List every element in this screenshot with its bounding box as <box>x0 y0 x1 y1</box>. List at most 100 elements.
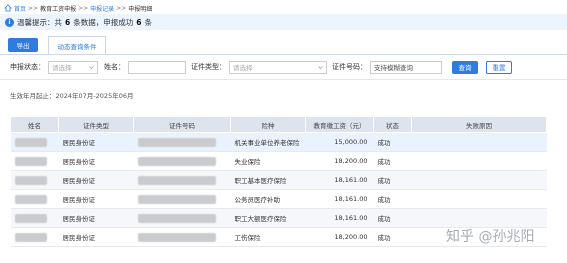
cell-name <box>10 227 59 247</box>
home-icon[interactable] <box>4 4 12 12</box>
cell-id-type: 居民身份证 <box>58 189 134 209</box>
cell-id-type: 居民身份证 <box>58 170 134 190</box>
cell-fail-reason <box>411 170 547 190</box>
tab-dynamic-conditions[interactable]: 动态查询条件 <box>48 36 106 54</box>
cell-id-no <box>133 170 231 190</box>
tip-success-count: 6 <box>136 17 142 27</box>
cell-status: 成功 <box>373 151 412 171</box>
name-input[interactable] <box>128 60 186 74</box>
tip-bar: i 温馨提示：共 6 条数据，申报成功 6 条 <box>0 14 567 30</box>
breadcrumb-records[interactable]: 申报记录 <box>90 4 114 13</box>
name-label: 姓名： <box>104 63 125 71</box>
col-header-id-type[interactable]: 证件类型 <box>58 116 134 133</box>
cell-insurance: 职工基本医疗保险 <box>230 170 306 190</box>
cell-fail-reason <box>411 132 547 152</box>
cell-id-type: 居民身份证 <box>58 227 134 247</box>
redacted-id-no <box>137 232 216 242</box>
id-no-input[interactable]: 支持模糊查询 <box>370 60 442 74</box>
cell-wage: 18,200.00 <box>305 151 374 171</box>
breadcrumb-separator: >> <box>78 4 89 12</box>
col-header-wage[interactable]: 教育缴工资（元） <box>305 116 374 133</box>
chevron-down-icon <box>89 65 94 70</box>
tip-total-count: 6 <box>65 17 71 27</box>
table-header-row: 姓名 证件类型 证件号码 险种 教育缴工资（元） 状态 失败原因 <box>10 116 547 133</box>
id-type-label: 证件类型： <box>191 63 226 71</box>
cell-id-no <box>133 189 231 209</box>
redacted-id-no <box>137 156 216 166</box>
cell-id-type: 居民身份证 <box>58 151 134 171</box>
id-no-label: 证件号码： <box>332 63 367 71</box>
redacted-id-no <box>137 213 216 223</box>
cell-id-no <box>133 132 231 152</box>
table-row[interactable]: 居民身份证 机关事业单位养老保险 15,000.00 成功 <box>10 132 547 152</box>
cell-id-type: 居民身份证 <box>58 208 134 228</box>
cell-insurance: 工伤保险 <box>230 227 306 247</box>
cell-name <box>10 132 59 152</box>
redacted-id-no <box>137 137 216 147</box>
cell-status: 成功 <box>373 227 412 247</box>
cell-status: 成功 <box>373 208 412 228</box>
cell-insurance: 职工大额医疗保险 <box>230 208 306 228</box>
cell-name <box>10 170 59 190</box>
tip-prefix: 温馨提示：共 <box>17 17 62 27</box>
reset-button[interactable]: 重置 <box>486 60 512 74</box>
col-header-id-no[interactable]: 证件号码 <box>133 116 231 133</box>
breadcrumb: 首页 >> 教育工资申报 >> 申报记录 >> 申报明细 <box>4 3 152 13</box>
cell-status: 成功 <box>373 170 412 190</box>
cell-id-type: 居民身份证 <box>58 132 134 152</box>
table-row[interactable]: 居民身份证 失业保险 18,200.00 成功 <box>10 151 547 171</box>
cell-name <box>10 189 59 209</box>
breadcrumb-separator: >> <box>28 4 39 12</box>
col-header-status[interactable]: 状态 <box>373 116 412 133</box>
cell-insurance: 机关事业单位养老保险 <box>230 132 306 152</box>
table-row[interactable]: 居民身份证 职工大额医疗保险 18,161.00 成功 <box>10 208 547 228</box>
redacted-name <box>14 137 47 147</box>
status-label: 申报状态： <box>10 63 45 71</box>
breadcrumb-home[interactable]: 首页 <box>14 4 26 13</box>
cell-name <box>10 208 59 228</box>
cell-id-no <box>133 151 231 171</box>
redacted-name <box>14 194 47 204</box>
redacted-name <box>14 156 47 166</box>
cell-fail-reason <box>411 151 547 171</box>
breadcrumb-wage-declare[interactable]: 教育工资申报 <box>40 4 76 13</box>
cell-status: 成功 <box>373 132 412 152</box>
redacted-name <box>14 175 47 185</box>
col-header-fail-reason[interactable]: 失败原因 <box>411 116 547 133</box>
cell-wage: 18,200.00 <box>305 227 374 247</box>
col-header-name[interactable]: 姓名 <box>10 116 59 133</box>
redacted-name <box>14 232 47 242</box>
cell-id-no <box>133 208 231 228</box>
cell-fail-reason <box>411 189 547 209</box>
cell-insurance: 公务员医疗补助 <box>230 189 306 209</box>
query-button[interactable]: 查询 <box>452 60 478 74</box>
cell-insurance: 失业保险 <box>230 151 306 171</box>
col-header-insurance[interactable]: 险种 <box>230 116 306 133</box>
cell-id-no <box>133 227 231 247</box>
cell-wage: 18,161.00 <box>305 170 374 190</box>
table-row[interactable]: 居民身份证 职工基本医疗保险 18,161.00 成功 <box>10 170 547 190</box>
redacted-id-no <box>137 175 216 185</box>
cell-wage: 18,161.00 <box>305 189 374 209</box>
breadcrumb-separator: >> <box>116 4 127 12</box>
cell-fail-reason <box>411 208 547 228</box>
id-no-placeholder: 支持模糊查询 <box>374 64 413 72</box>
filter-bar: 申报状态： 请选择 姓名： 证件类型： 请选择 证件号码： 支持模糊查询 查询 … <box>0 54 567 80</box>
redacted-name <box>14 213 47 223</box>
redacted-id-no <box>137 194 216 204</box>
cell-name <box>10 151 59 171</box>
status-select[interactable]: 请选择 <box>48 60 98 74</box>
table-row[interactable]: 居民身份证 公务员医疗补助 18,161.00 成功 <box>10 189 547 209</box>
tip-suffix: 条 <box>144 17 152 27</box>
id-type-select[interactable]: 请选择 <box>229 60 327 74</box>
cell-wage: 18,161.00 <box>305 208 374 228</box>
breadcrumb-detail: 申报明细 <box>128 5 153 13</box>
watermark: 知乎 @孙兆阳 <box>446 229 535 245</box>
status-placeholder: 请选择 <box>52 64 72 72</box>
cell-wage: 15,000.00 <box>305 132 374 152</box>
chevron-down-icon <box>318 65 323 70</box>
export-button[interactable]: 导出 <box>8 38 38 52</box>
cell-status: 成功 <box>373 189 412 209</box>
effective-period: 生效年月起止：2024年07月-2025年06月 <box>10 92 134 100</box>
id-type-placeholder: 请选择 <box>233 64 253 72</box>
